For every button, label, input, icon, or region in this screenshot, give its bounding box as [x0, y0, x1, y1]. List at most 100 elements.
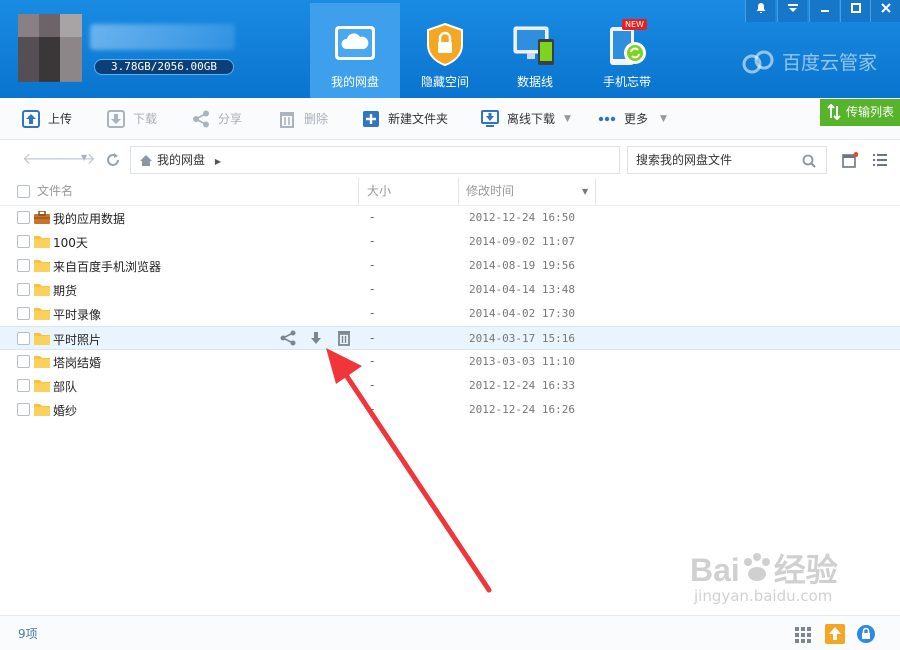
nav-data-cable[interactable]: 数据线 [490, 3, 580, 98]
menu-button[interactable] [777, 0, 807, 22]
file-name[interactable]: 平时照片 [53, 331, 101, 348]
nav-phone-forgot[interactable]: NEW 手机忘带 [582, 3, 672, 98]
share-button[interactable]: 分享 [192, 108, 252, 130]
file-name[interactable]: 婚纱 [53, 402, 77, 419]
lock-tray-icon[interactable] [856, 624, 876, 644]
file-name[interactable]: 100天 [53, 234, 88, 251]
table-row[interactable]: 来自百度手机浏览器 - 2014-08-19 19:56 [0, 254, 900, 278]
file-name[interactable]: 期货 [53, 282, 77, 299]
row-download-icon[interactable] [308, 330, 324, 346]
row-checkbox[interactable] [17, 379, 30, 392]
modified-time: 2013-03-03 11:10 [469, 355, 575, 368]
row-checkbox[interactable] [17, 355, 30, 368]
folder-icon [34, 260, 50, 272]
folder-icon [34, 356, 50, 368]
column-header-size[interactable]: 大小 [367, 178, 391, 206]
close-button[interactable] [870, 0, 900, 22]
table-row[interactable]: 期货 - 2014-04-14 13:48 [0, 278, 900, 302]
grid-apps-icon[interactable] [794, 626, 812, 644]
row-delete-icon[interactable] [336, 330, 352, 346]
file-name[interactable]: 塔岗结婚 [53, 354, 101, 371]
breadcrumb-item[interactable]: 我的网盘 [157, 153, 205, 167]
row-checkbox[interactable] [17, 403, 30, 416]
user-avatar[interactable] [18, 14, 82, 82]
list-view-icon[interactable] [872, 152, 888, 168]
paw-icon [743, 553, 770, 581]
chevron-down-icon: ▼ [660, 114, 667, 124]
transfer-list-label: 传输列表 [846, 105, 895, 119]
modified-time: 2014-09-02 11:07 [469, 235, 575, 248]
baidu-jingyan-watermark: Bai 经验 jingyan.baidu.com [690, 552, 838, 605]
download-label: 下载 [133, 112, 158, 126]
modified-time: 2012-12-24 16:26 [469, 403, 575, 416]
close-icon [880, 3, 891, 13]
thumbnail-view-icon[interactable] [842, 152, 858, 168]
new-folder-label: 新建文件夹 [388, 112, 449, 126]
table-row[interactable]: 塔岗结婚 - 2013-03-03 11:10 [0, 350, 900, 374]
upload-tray-icon[interactable] [825, 624, 845, 644]
brand-logo: 百度云管家 [742, 48, 877, 75]
modified-time: 2012-12-24 16:33 [469, 379, 575, 392]
new-badge: NEW [622, 19, 647, 30]
toolbar: 上传 下载 分享 删除 新建文件夹 离线下载 ▼ 更多 ▼ [0, 98, 900, 140]
new-folder-icon [363, 111, 379, 127]
file-name[interactable]: 来自百度手机浏览器 [53, 258, 161, 275]
file-size: - [370, 354, 375, 368]
offline-download-button[interactable]: 离线下载 ▼ [481, 108, 577, 130]
new-folder-button[interactable]: 新建文件夹 [362, 108, 458, 130]
nav-hidden-space[interactable]: 隐藏空间 [400, 3, 490, 98]
select-all-checkbox[interactable] [17, 185, 30, 198]
maximize-button[interactable] [840, 0, 870, 22]
file-size: - [370, 258, 375, 272]
file-name[interactable]: 部队 [53, 378, 77, 395]
notification-button[interactable] [745, 0, 775, 22]
address-bar: 🡐 🡒 ▼ 我的网盘 ▶ 搜索我的网盘文件 [0, 142, 900, 178]
file-size: - [370, 402, 375, 416]
row-checkbox[interactable] [17, 235, 30, 248]
minimize-button[interactable] [809, 0, 839, 22]
search-placeholder: 搜索我的网盘文件 [636, 153, 733, 167]
upload-button[interactable]: 上传 [22, 108, 82, 130]
row-checkbox[interactable] [17, 259, 30, 272]
column-divider[interactable] [595, 178, 596, 206]
row-checkbox[interactable] [17, 211, 30, 224]
breadcrumb[interactable]: 我的网盘 ▶ [130, 146, 620, 174]
nav-my-drive[interactable]: 我的网盘 [310, 3, 400, 98]
sort-desc-icon[interactable]: ▼ [582, 187, 588, 196]
table-row[interactable]: 婚纱 - 2012-12-24 16:26 [0, 398, 900, 422]
row-share-icon[interactable] [280, 330, 296, 346]
file-name[interactable]: 我的应用数据 [53, 210, 125, 227]
modified-time: 2014-03-17 15:16 [469, 332, 575, 345]
forward-arrow-icon[interactable]: 🡒 [53, 148, 96, 168]
search-input[interactable]: 搜索我的网盘文件 [627, 146, 827, 174]
table-row[interactable]: 平时照片 - 2014-03-17 15:16 [0, 326, 900, 350]
status-bar: 9项 [0, 615, 900, 650]
transfer-list-button[interactable]: 传输列表 [820, 99, 900, 126]
nav-label: 手机忘带 [602, 75, 651, 89]
more-button[interactable]: 更多 ▼ [598, 108, 672, 130]
minimize-icon [820, 10, 829, 12]
column-header-name[interactable]: 文件名 [37, 178, 73, 206]
table-row[interactable]: 100天 - 2014-09-02 11:07 [0, 230, 900, 254]
table-row[interactable]: 平时录像 - 2014-04-02 17:30 [0, 302, 900, 326]
refresh-icon[interactable] [105, 152, 121, 168]
history-dropdown-icon[interactable]: ▼ [81, 153, 87, 162]
table-row[interactable]: 我的应用数据 - 2012-12-24 16:50 [0, 206, 900, 230]
row-checkbox[interactable] [17, 307, 30, 320]
row-checkbox[interactable] [17, 332, 30, 345]
file-size: - [370, 210, 375, 224]
delete-button[interactable]: 删除 [278, 108, 338, 130]
column-divider[interactable] [358, 178, 359, 206]
search-icon[interactable] [802, 154, 816, 168]
column-header-modified[interactable]: 修改时间 [466, 178, 514, 206]
folder-icon [34, 308, 50, 320]
row-checkbox[interactable] [17, 283, 30, 296]
modified-time: 2014-04-14 13:48 [469, 283, 575, 296]
file-name[interactable]: 平时录像 [53, 306, 101, 323]
folder-icon [34, 380, 50, 392]
lock-icon [427, 22, 463, 67]
chevron-down-icon: ▼ [564, 114, 571, 124]
download-button[interactable]: 下载 [107, 108, 167, 130]
column-divider[interactable] [458, 178, 459, 206]
table-row[interactable]: 部队 - 2012-12-24 16:33 [0, 374, 900, 398]
